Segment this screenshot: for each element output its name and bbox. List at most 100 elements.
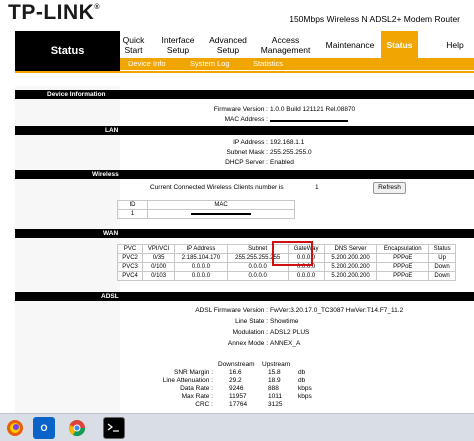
section-device-info: Device Information: [15, 90, 474, 99]
cell: 5.200.200.200: [323, 271, 378, 281]
subnav-system-log[interactable]: System Log: [190, 58, 230, 70]
nav-access-management[interactable]: Access Management: [254, 31, 317, 58]
cell: PVC3: [116, 262, 144, 272]
wireless-table: ID MAC 1: [117, 200, 295, 219]
divider: [15, 71, 474, 73]
cell: PPPoE: [376, 271, 430, 281]
firefox-icon[interactable]: [4, 417, 26, 439]
cell: 0.0.0.0: [174, 262, 228, 272]
nav-advanced-setup[interactable]: Advanced Setup: [203, 31, 253, 58]
ip-label: IP Address :: [233, 139, 268, 146]
cell: 5.200.200.200: [323, 262, 378, 272]
adsl-fw-value: FwVer:3.20.17.0_TC3087 HwVer:T14.F7_11.2: [270, 307, 404, 314]
ip-value: 192.168.1.1: [270, 139, 305, 146]
sub-nav-bar: [120, 58, 474, 70]
cell-mac-redacted: [147, 209, 295, 219]
crc-label: CRC :: [195, 401, 213, 408]
header: TP-LINK® 150Mbps Wireless N ADSL2+ Modem…: [0, 0, 474, 30]
refresh-button[interactable]: Refresh: [373, 182, 406, 194]
mac-redacted: [270, 120, 348, 122]
section-adsl: ADSL: [15, 292, 474, 301]
cell: PVC2: [116, 253, 144, 263]
nav-help[interactable]: Help: [440, 31, 470, 58]
outlook-icon[interactable]: O: [33, 417, 55, 439]
mac-redacted: [191, 213, 251, 215]
cell: 0/35: [142, 253, 176, 263]
data-rate-down: 9246: [229, 385, 244, 392]
dhcp-label: DHCP Server :: [225, 159, 268, 166]
firmware-label: Firmware Version :: [213, 106, 268, 113]
data-rate-up: 888: [268, 385, 279, 392]
max-rate-up: 1011: [268, 393, 282, 400]
wireless-clients-label: Current Connected Wireless Clients numbe…: [150, 184, 284, 191]
snr-label: SNR Margin :: [173, 369, 213, 376]
cell: PPPoE: [376, 262, 430, 272]
col-mac: MAC: [147, 200, 295, 210]
left-column: [15, 86, 120, 416]
attenuation-down: 29.2: [229, 377, 242, 384]
status-title: Status: [15, 31, 120, 71]
table-header-row: ID MAC: [117, 200, 295, 210]
col-id: ID: [117, 200, 148, 210]
gateway-highlight-box: [272, 241, 313, 266]
subnav-statistics[interactable]: Statistics: [253, 58, 283, 70]
attenuation-unit: db: [298, 377, 306, 384]
mask-value: 255.255.255.0: [270, 149, 312, 156]
col-vpi-vci: VPI/VCI: [142, 244, 176, 254]
col-encapsulation: Encapsulation: [376, 244, 430, 254]
cell: 0/103: [142, 271, 176, 281]
annex-label: Annex Mode :: [227, 340, 268, 347]
cell: 0/100: [142, 262, 176, 272]
cell: 2.185.104.170: [174, 253, 228, 263]
section-lan: LAN: [15, 126, 474, 135]
max-rate-unit: kbps: [298, 393, 312, 400]
cell: 0.0.0.0: [174, 271, 228, 281]
wireless-clients-value: 1: [315, 184, 319, 191]
upstream-header: Upstream: [262, 361, 291, 368]
adsl-fw-label: ADSL Firmware Version :: [195, 307, 268, 314]
nav-maintenance[interactable]: Maintenance: [320, 31, 380, 58]
crc-up: 3125: [268, 401, 283, 408]
section-wan: WAN: [15, 229, 474, 238]
cell: Up: [428, 253, 456, 263]
line-state-label: Line State :: [235, 318, 268, 325]
annex-value: ANNEX_A: [270, 340, 301, 347]
cell: 5.200.200.200: [323, 253, 378, 263]
table-row: PVC4 0/103 0.0.0.0 0.0.0.0 0.0.0.0 5.200.200.…: [116, 271, 456, 281]
max-rate-label: Max Rate :: [181, 393, 213, 400]
section-wireless: Wireless: [15, 170, 474, 179]
firmware-value: 1.0.0 Build 121121 Rel.08870: [270, 106, 356, 113]
tp-link-logo: TP-LINK®: [8, 1, 100, 24]
mask-label: Subnet Mask :: [226, 149, 268, 156]
chrome-icon[interactable]: [66, 417, 88, 439]
cell-id: 1: [117, 209, 148, 219]
subnav-device-info[interactable]: Device Info: [128, 58, 166, 70]
max-rate-down: 11957: [229, 393, 247, 400]
nav-quick-start[interactable]: Quick Start: [120, 31, 147, 58]
snr-up: 15.8: [268, 369, 281, 376]
line-state-value: Showtime: [270, 318, 299, 325]
mac-label: MAC Address :: [224, 116, 268, 123]
col-ip-address: IP Address: [174, 244, 228, 254]
cell: Down: [428, 262, 456, 272]
terminal-icon[interactable]: [103, 417, 125, 439]
snr-down: 16.6: [229, 369, 242, 376]
nav-status[interactable]: Status: [381, 31, 418, 58]
cell: 0.0.0.0: [287, 271, 325, 281]
table-row: 1: [117, 209, 295, 219]
modulation-label: Modulation :: [232, 329, 268, 336]
crc-down: 17764: [229, 401, 248, 408]
dhcp-value: Enabled: [270, 159, 294, 166]
cell: PVC4: [116, 271, 144, 281]
snr-unit: db: [298, 369, 306, 376]
downstream-header: Downstream: [218, 361, 255, 368]
cell: Down: [428, 271, 456, 281]
attenuation-label: Line Attenuation :: [162, 377, 213, 384]
col-status: Status: [428, 244, 456, 254]
cell: PPPoE: [376, 253, 430, 263]
model-name: 150Mbps Wireless N ADSL2+ Modem Router: [289, 14, 460, 24]
col-pvc: PVC: [116, 244, 144, 254]
col-dns-server: DNS Server: [323, 244, 378, 254]
modulation-value: ADSL2 PLUS: [270, 329, 310, 336]
nav-interface-setup[interactable]: Interface Setup: [155, 31, 201, 58]
